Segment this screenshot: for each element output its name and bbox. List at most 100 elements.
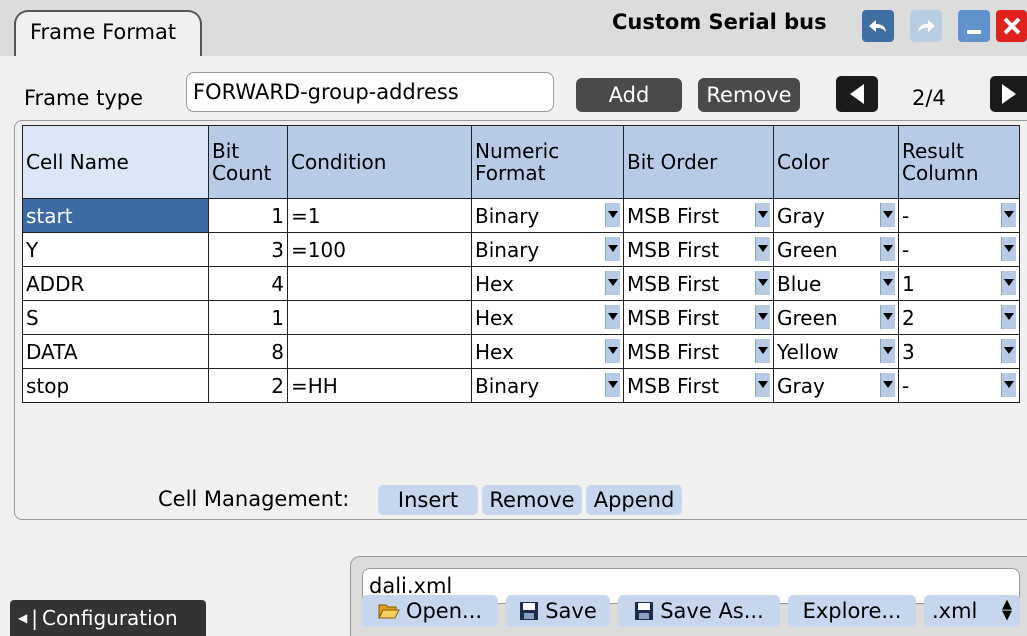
cell-name[interactable]: stop — [22, 368, 209, 403]
dropdown-arrow-icon[interactable] — [1001, 373, 1016, 397]
bit-order-select[interactable]: MSB First — [623, 266, 774, 301]
tab-label: Frame Format — [30, 20, 177, 44]
result-column-select[interactable]: - — [898, 198, 1020, 233]
dropdown-arrow-icon[interactable] — [755, 271, 770, 295]
bit-order-select-value: MSB First — [627, 203, 720, 228]
condition[interactable] — [287, 300, 472, 335]
dropdown-arrow-icon[interactable] — [1001, 203, 1016, 227]
dropdown-arrow-icon[interactable] — [1001, 237, 1016, 261]
configuration-button[interactable]: ◀ | Configuration — [10, 600, 206, 636]
table-row: DATA 8 Hex MSB First Yellow 3 — [22, 334, 1020, 369]
condition[interactable] — [287, 266, 472, 301]
condition[interactable]: =1 — [287, 198, 472, 233]
condition[interactable]: =100 — [287, 232, 472, 267]
dropdown-arrow-icon[interactable] — [880, 373, 895, 397]
bit-order-select[interactable]: MSB First — [623, 334, 774, 369]
bit-order-select[interactable]: MSB First — [623, 198, 774, 233]
append-cell-button[interactable]: Append — [586, 485, 682, 515]
bit-order-select[interactable]: MSB First — [623, 232, 774, 267]
condition[interactable]: =HH — [287, 368, 472, 403]
color-select[interactable]: Gray — [773, 198, 899, 233]
redo-button[interactable] — [910, 10, 942, 42]
dropdown-arrow-icon[interactable] — [605, 339, 620, 363]
bit-order-select[interactable]: MSB First — [623, 368, 774, 403]
bit-count[interactable]: 2 — [208, 368, 288, 403]
cell-name[interactable]: start — [22, 198, 209, 233]
result-column-select[interactable]: - — [898, 368, 1020, 403]
color-select[interactable]: Yellow — [773, 334, 899, 369]
add-frame-button[interactable]: Add — [576, 78, 682, 112]
minimize-button[interactable] — [958, 10, 990, 42]
numeric-format-select[interactable]: Binary — [471, 198, 624, 233]
cell-name[interactable]: ADDR — [22, 266, 209, 301]
dropdown-arrow-icon[interactable] — [1001, 271, 1016, 295]
result-column-select-value: 1 — [902, 271, 915, 296]
dropdown-arrow-icon[interactable] — [880, 237, 895, 261]
save-as-button[interactable]: Save As... — [618, 595, 780, 627]
dropdown-arrow-icon[interactable] — [605, 373, 620, 397]
undo-button[interactable] — [862, 10, 894, 42]
close-button[interactable] — [996, 10, 1027, 42]
bit-count[interactable]: 4 — [208, 266, 288, 301]
dropdown-arrow-icon[interactable] — [1001, 305, 1016, 329]
frame-page-indicator: 2/4 — [912, 86, 946, 110]
bit-count[interactable]: 1 — [208, 300, 288, 335]
open-label: Open... — [405, 599, 483, 623]
numeric-format-select[interactable]: Binary — [471, 232, 624, 267]
result-column-select[interactable]: 1 — [898, 266, 1020, 301]
result-column-select[interactable]: 3 — [898, 334, 1020, 369]
bit-order-select[interactable]: MSB First — [623, 300, 774, 335]
explore-button[interactable]: Explore... — [788, 595, 916, 627]
condition-value: =100 — [291, 237, 346, 262]
cell-name[interactable]: DATA — [22, 334, 209, 369]
cell-name[interactable]: S — [22, 300, 209, 335]
bit-count[interactable]: 8 — [208, 334, 288, 369]
result-column-select[interactable]: - — [898, 232, 1020, 267]
numeric-format-select[interactable]: Hex — [471, 300, 624, 335]
result-column-select[interactable]: 2 — [898, 300, 1020, 335]
color-select[interactable]: Blue — [773, 266, 899, 301]
insert-cell-button[interactable]: Insert — [378, 485, 478, 515]
dropdown-arrow-icon[interactable] — [755, 339, 770, 363]
tab-frame-format[interactable]: Frame Format — [14, 10, 202, 56]
dropdown-arrow-icon[interactable] — [880, 203, 895, 227]
numeric-format-select[interactable]: Binary — [471, 368, 624, 403]
dropdown-arrow-icon[interactable] — [755, 305, 770, 329]
bit-order-select-value: MSB First — [627, 373, 720, 398]
dropdown-arrow-icon[interactable] — [880, 305, 895, 329]
cell-name[interactable]: Y — [22, 232, 209, 267]
color-select-value: Yellow — [777, 339, 839, 364]
previous-frame-button[interactable] — [836, 76, 878, 112]
dropdown-arrow-icon[interactable] — [880, 339, 895, 363]
bit-order-select-value: MSB First — [627, 237, 720, 262]
dropdown-arrow-icon[interactable] — [605, 305, 620, 329]
dropdown-arrow-icon[interactable] — [605, 271, 620, 295]
dropdown-arrow-icon[interactable] — [605, 237, 620, 261]
dropdown-arrow-icon[interactable] — [755, 237, 770, 261]
open-button[interactable]: Open... — [362, 595, 498, 627]
dropdown-arrow-icon[interactable] — [755, 373, 770, 397]
bit-count[interactable]: 1 — [208, 198, 288, 233]
close-icon — [1003, 17, 1020, 35]
file-extension-select[interactable]: .xml ▲ ▼ — [924, 595, 1020, 627]
dropdown-arrow-icon[interactable] — [605, 203, 620, 227]
next-frame-button[interactable] — [990, 76, 1027, 112]
save-button[interactable]: Save — [506, 595, 610, 627]
frame-type-field[interactable]: FORWARD-group-address — [186, 72, 554, 112]
divider-icon: | — [31, 606, 38, 630]
dropdown-arrow-icon[interactable] — [1001, 339, 1016, 363]
numeric-format-select[interactable]: Hex — [471, 334, 624, 369]
dropdown-arrow-icon[interactable] — [755, 203, 770, 227]
remove-cell-button[interactable]: Remove — [482, 485, 582, 515]
right-arrow-icon — [1001, 84, 1016, 104]
color-select[interactable]: Green — [773, 300, 899, 335]
bit-count[interactable]: 3 — [208, 232, 288, 267]
numeric-format-select[interactable]: Hex — [471, 266, 624, 301]
condition[interactable] — [287, 334, 472, 369]
dropdown-arrow-icon[interactable] — [880, 271, 895, 295]
header-color: Color — [773, 125, 899, 199]
color-select[interactable]: Green — [773, 232, 899, 267]
table-row: Y 3 =100 Binary MSB First Green - — [22, 232, 1020, 267]
remove-frame-button[interactable]: Remove — [698, 78, 800, 112]
color-select[interactable]: Gray — [773, 368, 899, 403]
